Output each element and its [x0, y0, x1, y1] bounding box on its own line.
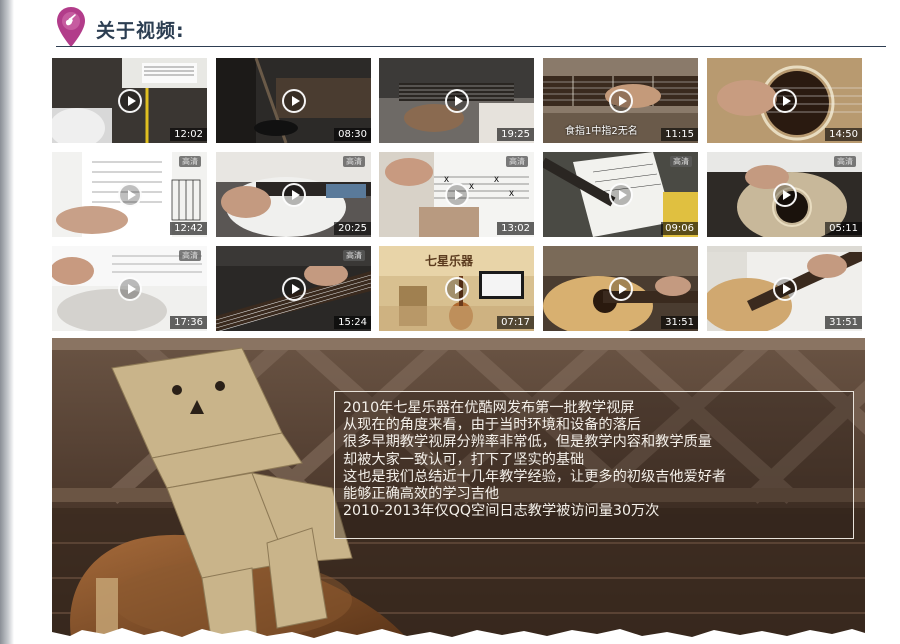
video-duration: 07:17	[497, 316, 534, 329]
about-banner: 2010年七星乐器在优酷网发布第一批教学视屏 从现在的角度来看，由于当时环境和设…	[52, 338, 865, 644]
section-header: 关于视频:	[56, 6, 886, 47]
video-thumbnail[interactable]: 31:51	[543, 246, 698, 331]
video-duration: 11:15	[661, 128, 698, 141]
video-duration: 31:51	[825, 316, 862, 329]
video-thumbnail[interactable]: 高清 09:06	[543, 152, 698, 237]
play-icon[interactable]	[772, 276, 797, 301]
play-icon[interactable]	[444, 88, 469, 113]
section-title: 关于视频:	[96, 20, 185, 42]
play-icon[interactable]	[117, 182, 142, 207]
about-line-1: 2010年七星乐器在优酷网发布第一批教学视屏	[343, 400, 635, 416]
video-thumbnail[interactable]: 高清 12:42	[52, 152, 207, 237]
svg-text:x: x	[469, 181, 474, 192]
about-line-7: 2010-2013年仅QQ空间日志教学被访问量30万次	[343, 503, 660, 520]
hd-badge: 高清	[834, 156, 856, 167]
video-thumbnail[interactable]: x x x x 高清 13:02	[379, 152, 534, 237]
about-line-3: 很多早期教学视屏分辨率非常低，但是教学内容和教学质量	[343, 434, 712, 451]
video-thumbnail[interactable]: 七星乐器 07:17	[379, 246, 534, 331]
play-icon[interactable]	[608, 88, 633, 113]
video-thumbnail[interactable]: 食指1中指2无名 11:15	[543, 58, 698, 143]
play-icon[interactable]	[444, 276, 469, 301]
video-duration: 17:36	[170, 316, 207, 329]
video-duration: 14:50	[825, 128, 862, 141]
play-icon[interactable]	[281, 276, 306, 301]
video-duration: 09:06	[661, 222, 698, 235]
video-duration: 20:25	[334, 222, 371, 235]
about-text-box: 2010年七星乐器在优酷网发布第一批教学视屏 从现在的角度来看，由于当时环境和设…	[334, 391, 854, 539]
play-icon[interactable]	[281, 88, 306, 113]
about-line-4: 却被大家一致认可，打下了坚实的基础	[343, 451, 585, 468]
play-icon[interactable]	[772, 88, 797, 113]
hd-badge: 高清	[506, 156, 528, 167]
hd-badge: 高清	[670, 156, 692, 167]
svg-text:x: x	[494, 174, 499, 185]
video-caption: 食指1中指2无名	[565, 126, 638, 137]
play-icon[interactable]	[444, 182, 469, 207]
play-icon[interactable]	[608, 276, 633, 301]
video-thumbnail[interactable]: 12:02	[52, 58, 207, 143]
video-thumbnail[interactable]: 高清 17:36	[52, 246, 207, 331]
svg-text:x: x	[509, 188, 514, 199]
hd-badge: 高清	[343, 250, 365, 261]
play-icon[interactable]	[772, 182, 797, 207]
video-thumbnail[interactable]: 高清 20:25	[216, 152, 371, 237]
video-thumbnail[interactable]: 19:25	[379, 58, 534, 143]
video-thumbnail[interactable]: 14:50	[707, 58, 862, 143]
video-duration: 12:02	[170, 128, 207, 141]
page-edge-shadow	[0, 0, 14, 644]
video-duration: 15:24	[334, 316, 371, 329]
video-duration: 05:11	[825, 222, 862, 235]
about-line-5: 这也是我们总结近十几年教学经验，让更多的初级吉他爱好者	[343, 468, 727, 485]
video-thumbnail[interactable]: 高清 05:11	[707, 152, 862, 237]
play-icon[interactable]	[117, 88, 142, 113]
video-duration: 31:51	[661, 316, 698, 329]
video-thumbnail[interactable]: 31:51	[707, 246, 862, 331]
video-duration: 12:42	[170, 222, 207, 235]
play-icon[interactable]	[117, 276, 142, 301]
hd-badge: 高清	[343, 156, 365, 167]
play-icon[interactable]	[281, 182, 306, 207]
about-line-6: 能够正确高效的学习吉他	[343, 486, 500, 503]
video-duration: 08:30	[334, 128, 371, 141]
guitar-pin-icon	[57, 7, 85, 47]
video-thumbnail[interactable]: 高清 15:24	[216, 246, 371, 331]
video-duration: 13:02	[497, 222, 534, 235]
video-grid: 12:02 08:30 19:25 食指1中指2无名 11:15 14:50 高清 12:42…	[52, 58, 864, 332]
hd-badge: 高清	[179, 156, 201, 167]
studio-sign: 七星乐器	[425, 254, 474, 268]
title-divider	[56, 46, 886, 47]
about-line-2: 从现在的角度来看，由于当时环境和设备的落后	[343, 417, 641, 434]
play-icon[interactable]	[608, 182, 633, 207]
torn-paper-edge	[52, 628, 865, 644]
svg-text:x: x	[444, 174, 449, 185]
video-thumbnail[interactable]: 08:30	[216, 58, 371, 143]
video-duration: 19:25	[497, 128, 534, 141]
hd-badge: 高清	[179, 250, 201, 261]
